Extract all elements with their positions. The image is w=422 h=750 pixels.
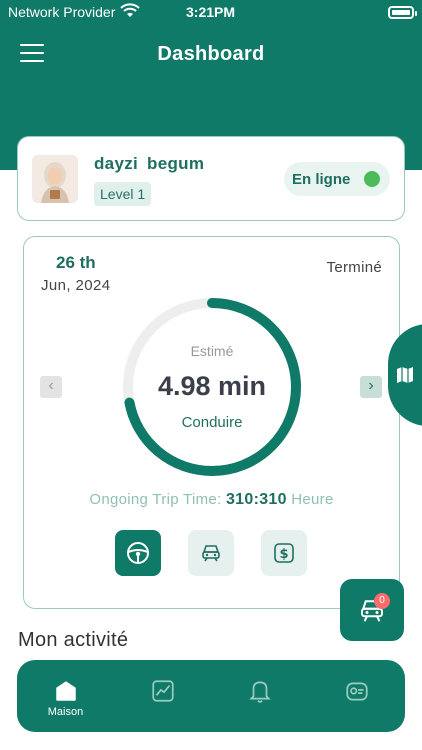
trip-day: 26 th: [56, 253, 96, 272]
trip-mode: Conduire: [181, 414, 243, 431]
next-trip-button[interactable]: ›: [360, 376, 382, 398]
profile-icon: [346, 682, 368, 701]
nav-home[interactable]: Maison: [17, 660, 114, 732]
carrier-label: Network Provider: [8, 4, 116, 20]
bell-icon: [249, 681, 271, 703]
trip-card: 26 th Jun, 2024 Terminé Estimé 4.98 min …: [23, 236, 400, 609]
level-badge: Level 1: [94, 182, 152, 206]
nav-profile[interactable]: [308, 660, 405, 732]
avatar-illustration: [32, 155, 78, 203]
ongoing-label: Ongoing Trip Time:: [89, 491, 222, 508]
nav-home-label: Maison: [47, 706, 84, 718]
drive-mode-button[interactable]: [115, 530, 161, 576]
bottom-nav: Maison: [17, 660, 405, 732]
car-icon: [202, 545, 220, 562]
page-title: Dashboard: [157, 43, 265, 65]
prev-trip-button[interactable]: ‹: [40, 376, 62, 398]
profile-card: dayzi begum Level 1 En ligne: [17, 136, 405, 221]
map-icon: [397, 367, 413, 383]
nav-notifications[interactable]: [211, 660, 308, 732]
dollar-icon: $: [274, 543, 294, 563]
trip-month-year: Jun, 2024: [41, 277, 111, 294]
ongoing-unit: Heure: [291, 491, 334, 508]
home-icon: [56, 681, 76, 701]
chart-icon: [152, 680, 174, 702]
earnings-button[interactable]: $: [261, 530, 307, 576]
online-label: En ligne: [292, 171, 351, 188]
ongoing-value: 310:310: [225, 491, 287, 508]
trip-duration: 4.98 min: [157, 371, 267, 401]
svg-text:$: $: [279, 547, 288, 562]
nav-stats[interactable]: [114, 660, 211, 732]
driver-name: dayzi begum: [94, 154, 205, 173]
clock: 3:21PM: [186, 4, 236, 20]
ongoing-trip-time: Ongoing Trip Time: 310:310 Heure: [24, 491, 399, 509]
activity-section-title: Mon activité: [18, 629, 129, 651]
request-count-badge: 0: [374, 593, 390, 609]
ride-mode-button[interactable]: [188, 530, 234, 576]
online-toggle[interactable]: En ligne: [284, 162, 390, 196]
online-status-dot: [364, 171, 380, 187]
steering-wheel-icon: [127, 542, 149, 564]
wifi-icon: [120, 3, 140, 17]
status-bar: Network Provider 3:21PM: [0, 0, 422, 26]
trip-requests-button[interactable]: 0: [340, 579, 404, 641]
avatar[interactable]: [32, 155, 78, 203]
battery-icon: [388, 6, 417, 19]
trip-status: Terminé: [326, 259, 382, 276]
estimate-label: Estimé: [190, 343, 234, 359]
